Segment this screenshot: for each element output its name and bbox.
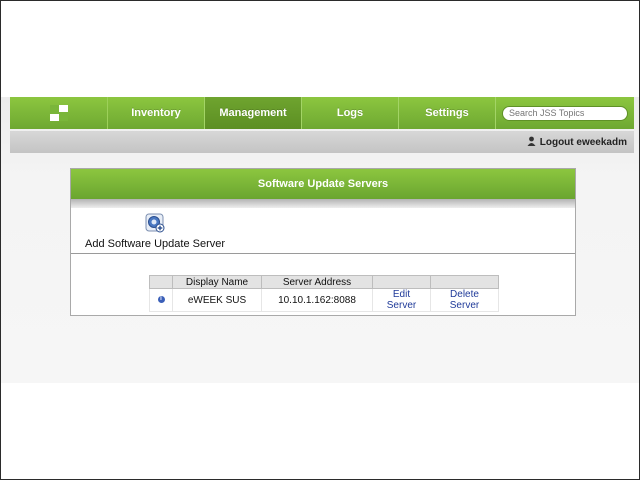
edit-server-link[interactable]: Edit Server bbox=[372, 288, 431, 312]
add-server-icon[interactable] bbox=[145, 213, 165, 233]
panel-title: Software Update Servers bbox=[71, 169, 575, 199]
tab-management[interactable]: Management bbox=[205, 97, 302, 129]
search-container bbox=[496, 97, 634, 129]
row-display-name: eWEEK SUS bbox=[172, 288, 262, 312]
table-header-row: Display Name Server Address bbox=[149, 275, 499, 289]
user-icon bbox=[527, 136, 536, 149]
tab-logs[interactable]: Logs bbox=[302, 97, 399, 129]
tab-settings[interactable]: Settings bbox=[399, 97, 496, 129]
logout-label: Logout eweekadm bbox=[539, 137, 627, 148]
servers-table: Display Name Server Address i eWEEK SUS … bbox=[149, 275, 499, 312]
search-input[interactable] bbox=[502, 105, 628, 121]
column-header-server-address[interactable]: Server Address bbox=[261, 275, 373, 289]
delete-server-link[interactable]: Delete Server bbox=[430, 288, 499, 312]
software-update-servers-panel: Software Update Servers Add Software Upd… bbox=[70, 168, 576, 316]
column-header-delete bbox=[430, 275, 499, 289]
add-server-link[interactable]: Add Software Update Server bbox=[85, 238, 225, 250]
column-header-display-name[interactable]: Display Name bbox=[172, 275, 262, 289]
info-icon[interactable]: i bbox=[157, 296, 165, 304]
panel-divider bbox=[71, 253, 575, 254]
tab-inventory[interactable]: Inventory bbox=[108, 97, 205, 129]
main-navbar: Inventory Management Logs Settings bbox=[10, 97, 634, 129]
column-header-edit bbox=[372, 275, 431, 289]
jss-logo-icon[interactable] bbox=[10, 97, 108, 129]
user-bar: Logout eweekadm bbox=[10, 131, 634, 153]
panel-header-shadow bbox=[71, 199, 575, 208]
row-server-address: 10.10.1.162:8088 bbox=[261, 288, 373, 312]
logout-button[interactable]: Logout eweekadm bbox=[527, 136, 627, 149]
row-info-cell[interactable]: i bbox=[149, 288, 173, 312]
table-row: i eWEEK SUS 10.10.1.162:8088 Edit Server… bbox=[149, 288, 499, 312]
column-header-info bbox=[149, 275, 173, 289]
